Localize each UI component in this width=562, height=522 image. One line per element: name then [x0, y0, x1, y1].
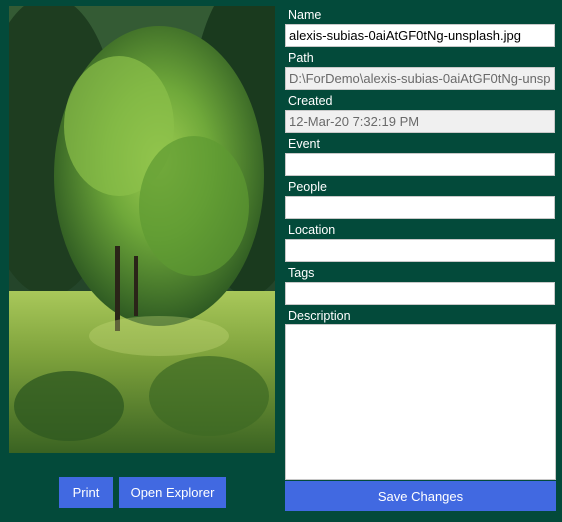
save-changes-button[interactable]: Save Changes [285, 481, 556, 511]
created-label: Created [288, 94, 333, 108]
photo-preview [9, 6, 275, 453]
description-label: Description [288, 309, 351, 323]
path-label: Path [288, 51, 314, 65]
name-label: Name [288, 8, 322, 22]
people-label: People [288, 180, 327, 194]
description-field[interactable] [285, 324, 556, 480]
event-field[interactable] [285, 153, 555, 176]
tags-label: Tags [288, 266, 315, 280]
path-field[interactable] [285, 67, 555, 90]
name-field[interactable] [285, 24, 555, 47]
print-button[interactable]: Print [59, 477, 113, 508]
location-label: Location [288, 223, 336, 237]
event-label: Event [288, 137, 320, 151]
created-field[interactable] [285, 110, 555, 133]
landscape-photo-image [9, 6, 275, 453]
tags-field[interactable] [285, 282, 555, 305]
people-field[interactable] [285, 196, 555, 219]
location-field[interactable] [285, 239, 555, 262]
open-explorer-button[interactable]: Open Explorer [119, 477, 226, 508]
